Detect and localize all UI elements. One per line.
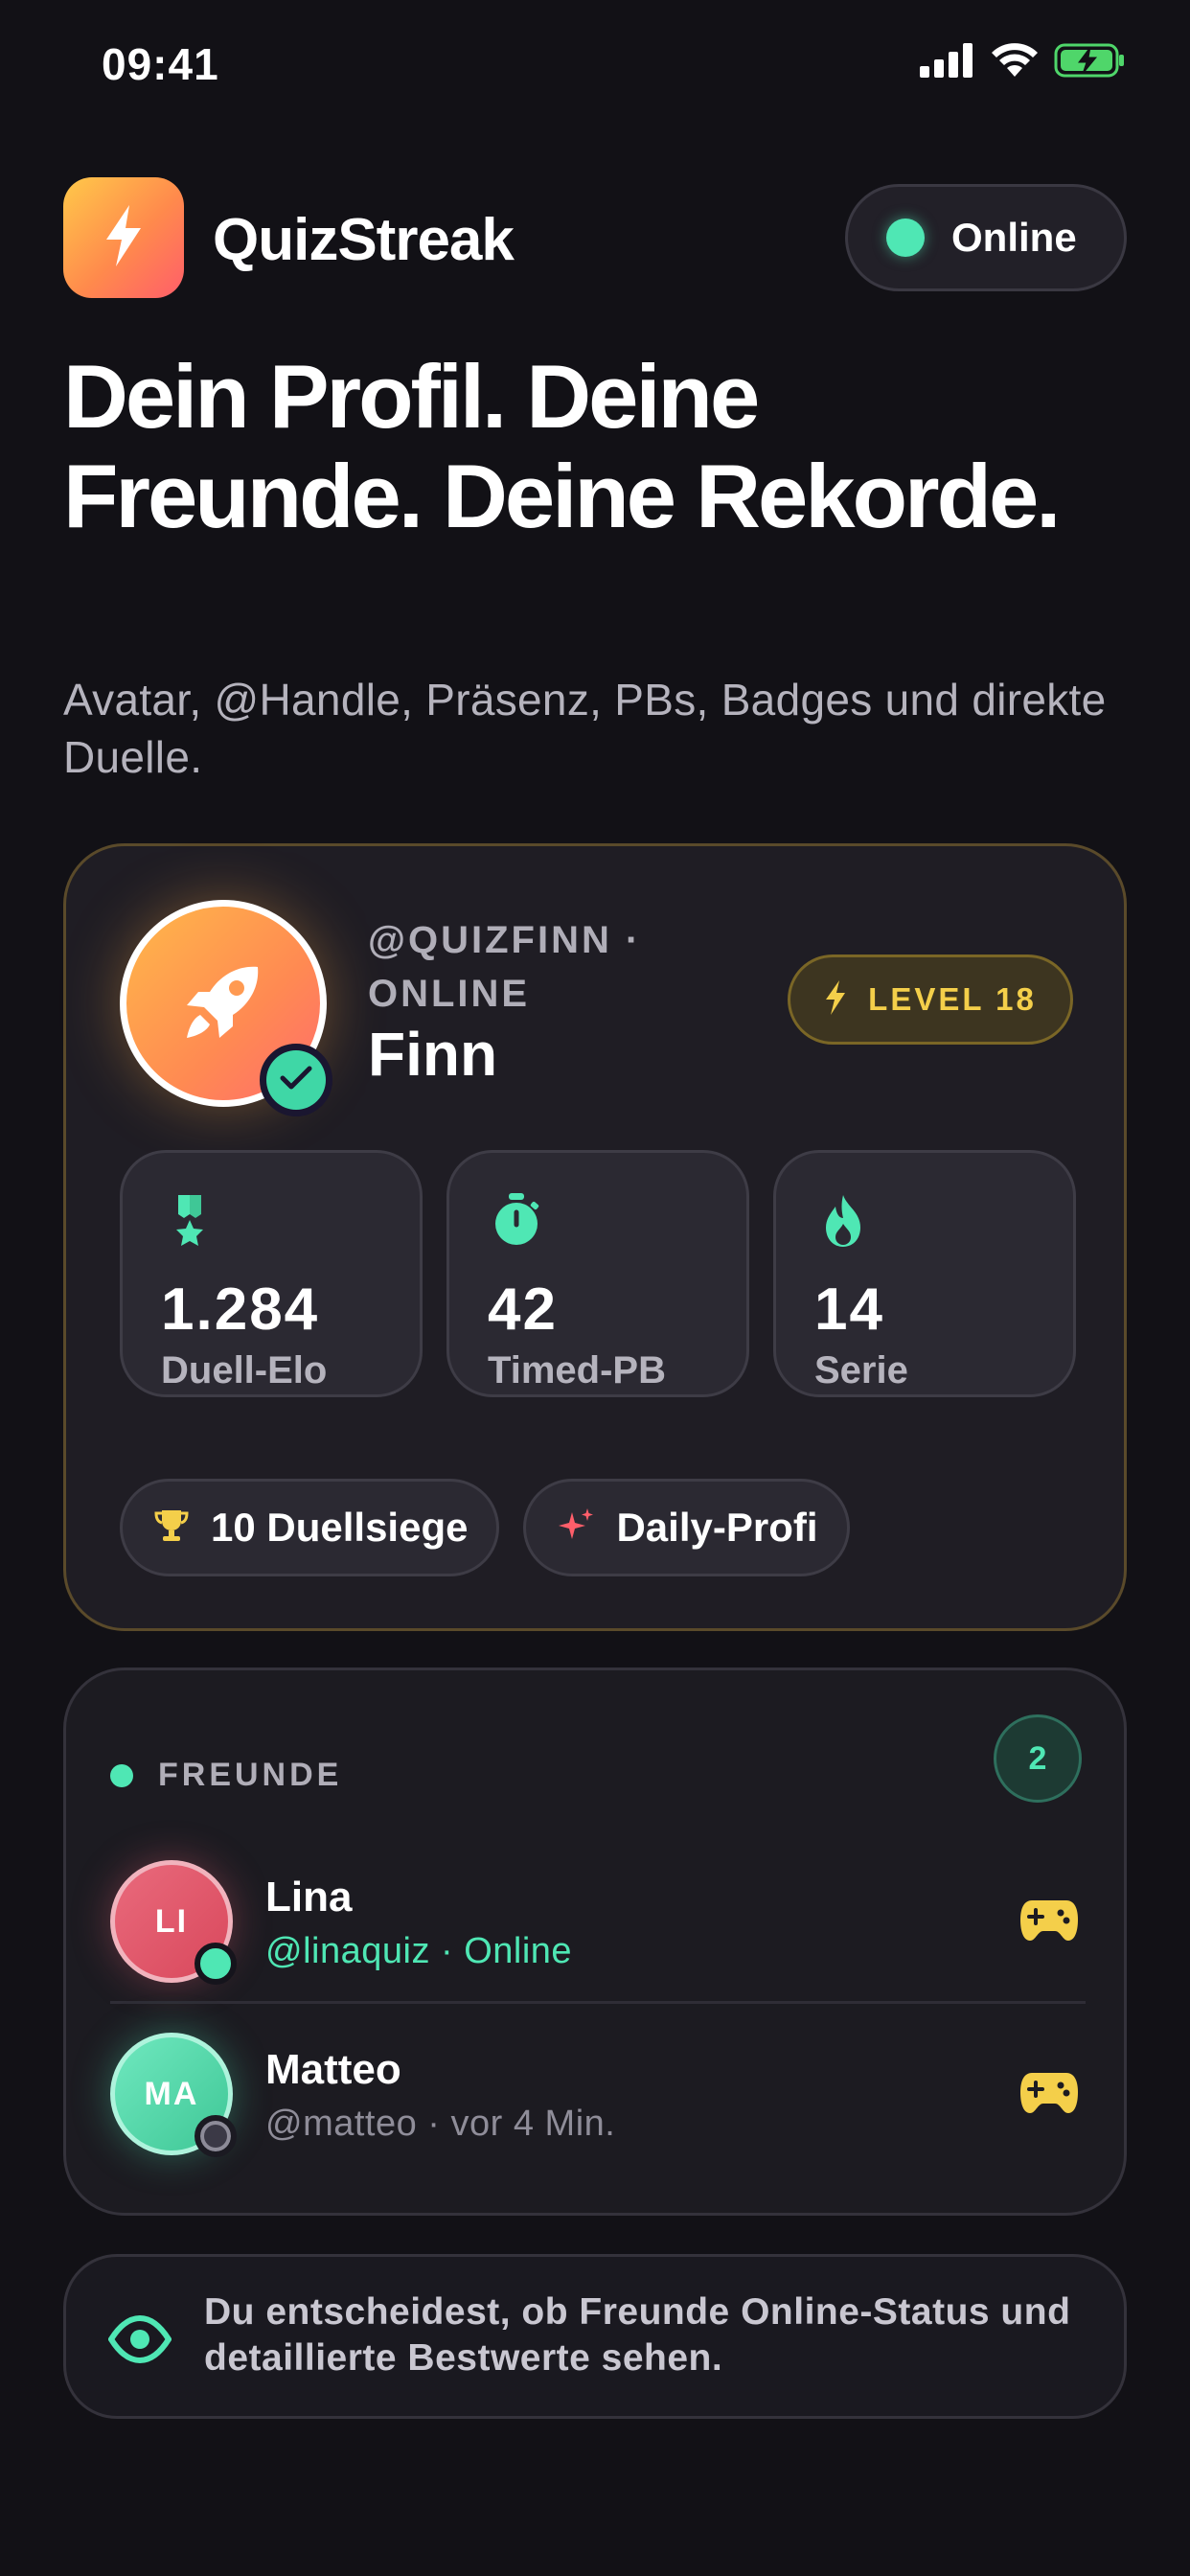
friends-card: FREUNDE 2 LI Lina @linaquiz · Online MA … <box>63 1668 1127 2216</box>
stat-value: 42 <box>488 1276 558 1343</box>
stat-label: Timed-PB <box>488 1349 666 1392</box>
stat-card-timed-pb[interactable]: 42 Timed-PB <box>446 1150 749 1397</box>
check-icon <box>280 1065 312 1096</box>
wifi-icon <box>991 42 1039 79</box>
stat-label: Serie <box>814 1349 908 1392</box>
friend-row[interactable]: LI Lina @linaquiz · Online <box>110 1835 1086 2008</box>
stat-card-elo[interactable]: 1.284 Duell-Elo <box>120 1150 423 1397</box>
friend-meta: @matteo · vor 4 Min. <box>265 2104 616 2144</box>
badge-label: 10 Duellsiege <box>211 1505 469 1550</box>
trophy-icon <box>153 1507 190 1549</box>
friend-name: Lina <box>265 1874 353 1920</box>
divider <box>110 2001 1086 2004</box>
bolt-icon <box>824 979 847 1020</box>
friends-status-dot <box>110 1763 133 1787</box>
hero-subtitle: Avatar, @Handle, Präsenz, PBs, Badges un… <box>63 675 1107 782</box>
badges-row: 10 Duellsiege Daily-Profi <box>120 1479 850 1576</box>
rocket-icon <box>177 955 269 1052</box>
status-icons <box>920 42 1127 79</box>
friend-meta: @linaquiz · Online <box>265 1931 573 1971</box>
gamepad-icon[interactable] <box>1018 1893 1080 1946</box>
app-name: QuizStreak <box>213 207 515 273</box>
sparkle-icon <box>557 1506 595 1550</box>
stats-row: 1.284 Duell-Elo 42 Timed-PB 14 Serie <box>120 1150 1076 1397</box>
stat-card-streak[interactable]: 14 Serie <box>773 1150 1076 1397</box>
profile-card: @QUIZFINN · ONLINE Finn LEVEL 18 1.284 D… <box>63 843 1127 1631</box>
presence-toggle[interactable]: Online <box>845 184 1127 291</box>
profile-handle: @QUIZFINN · ONLINE <box>368 919 642 1015</box>
friend-name: Matteo <box>265 2046 401 2093</box>
level-badge: LEVEL 18 <box>788 954 1073 1045</box>
presence-indicator <box>195 1943 237 1985</box>
badge-duel-wins[interactable]: 10 Duellsiege <box>120 1479 500 1576</box>
friends-title: FREUNDE <box>158 1757 343 1793</box>
bolt-icon <box>103 204 145 271</box>
battery-charging-icon <box>1054 42 1127 79</box>
privacy-text: Du entscheidest, ob Freunde Online-Statu… <box>204 2291 1071 2379</box>
verified-badge <box>260 1044 332 1116</box>
stat-value: 1.284 <box>161 1276 320 1343</box>
app-header: QuizStreak Online <box>63 177 1127 298</box>
badge-daily-pro[interactable]: Daily-Profi <box>523 1479 850 1576</box>
eye-icon <box>107 2311 172 2368</box>
gamepad-icon[interactable] <box>1018 2065 1080 2119</box>
medal-icon <box>161 1191 218 1249</box>
online-status-dot <box>886 218 925 257</box>
stat-value: 14 <box>814 1276 884 1343</box>
friends-header: FREUNDE <box>110 1757 342 1794</box>
hero-title: Dein Profil. Deine Freunde. Deine Rekord… <box>63 346 1061 546</box>
stat-label: Duell-Elo <box>161 1349 328 1392</box>
signal-icon <box>920 43 975 78</box>
app-logo <box>63 177 184 298</box>
badge-label: Daily-Profi <box>616 1505 818 1550</box>
status-bar: 09:41 <box>0 0 1190 134</box>
profile-avatar-wrap[interactable] <box>120 900 332 1116</box>
presence-label: Online <box>951 215 1077 260</box>
status-time: 09:41 <box>102 39 219 89</box>
presence-indicator <box>195 2115 237 2157</box>
privacy-note: Du entscheidest, ob Freunde Online-Statu… <box>63 2254 1127 2419</box>
level-label: LEVEL 18 <box>868 981 1037 1017</box>
stopwatch-icon <box>488 1191 545 1249</box>
profile-name: Finn <box>368 1020 498 1089</box>
friend-row[interactable]: MA Matteo @matteo · vor 4 Min. <box>110 2008 1086 2180</box>
friends-count-badge: 2 <box>994 1714 1082 1803</box>
flame-icon <box>814 1191 872 1249</box>
